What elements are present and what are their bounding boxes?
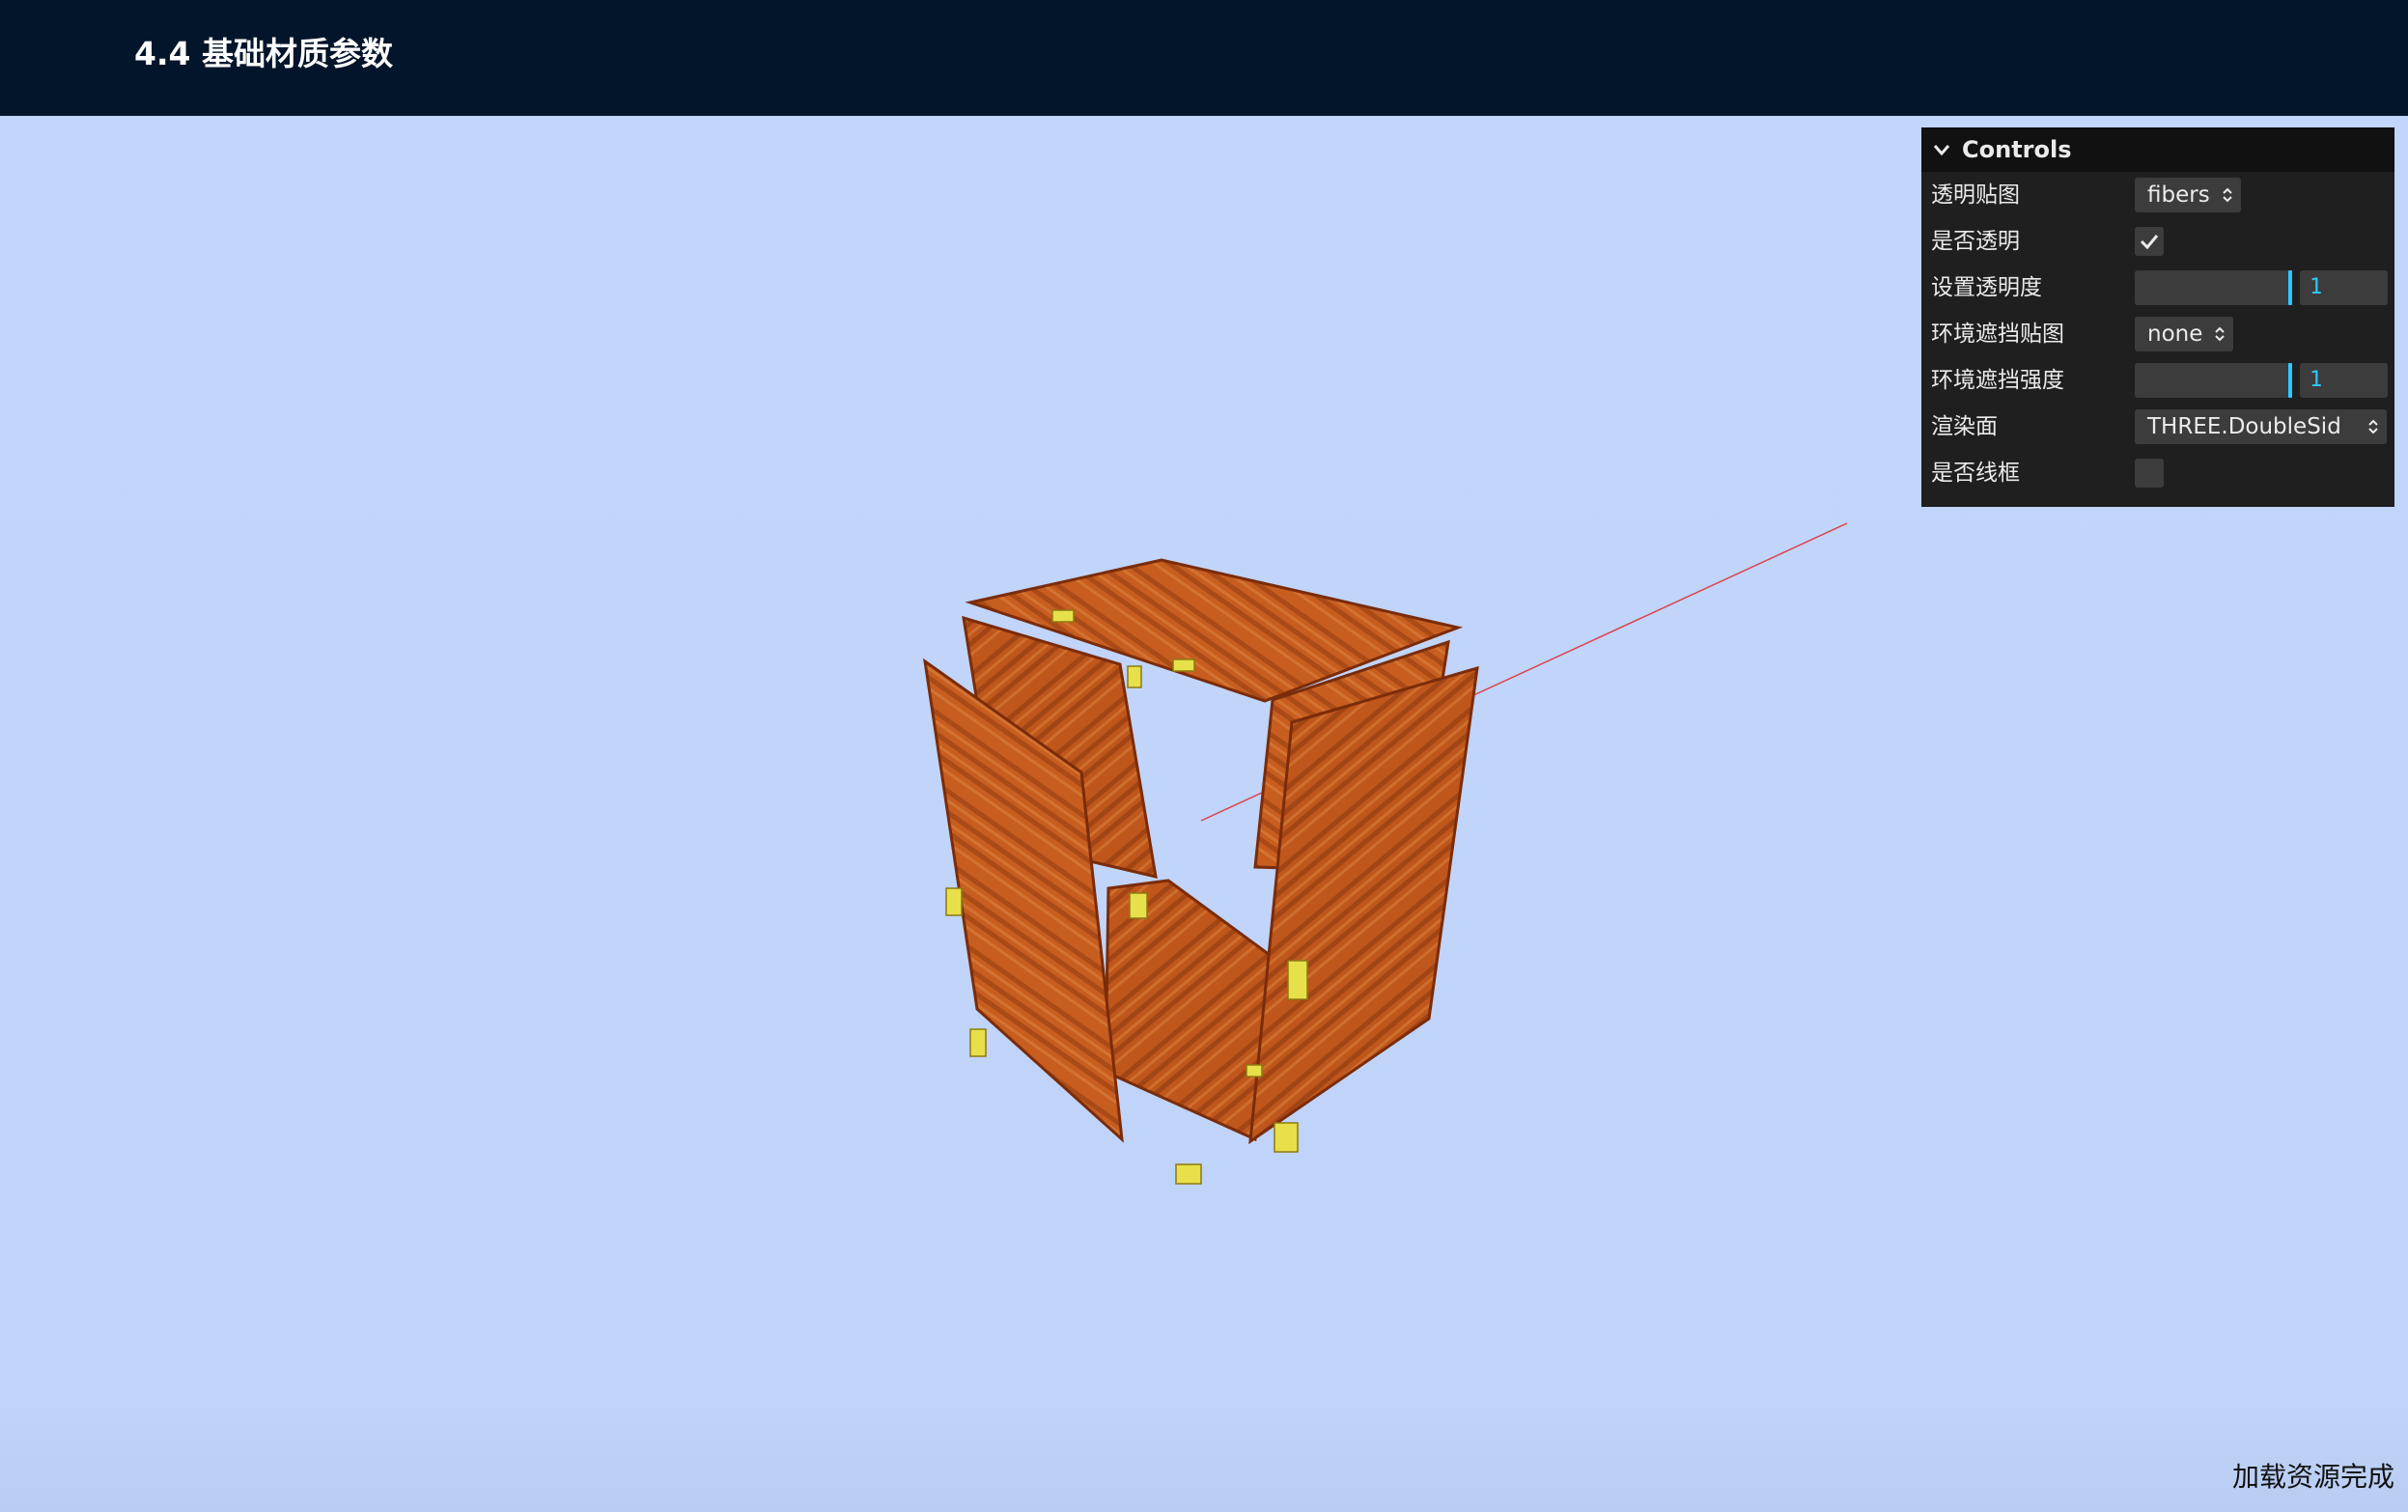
cube-model [922, 558, 1479, 1185]
select-arrows-icon [2215, 326, 2226, 342]
controls-panel: Controls 透明贴图 fibers 是否透明 设置透明度 1 环境遮挡贴图… [1921, 127, 2394, 507]
control-label: 透明贴图 [1931, 182, 2020, 208]
select-arrows-icon [2222, 187, 2232, 203]
control-row-alpha-map: 透明贴图 fibers [1921, 172, 2394, 218]
hinge [945, 887, 963, 916]
control-label: 环境遮挡强度 [1931, 368, 2064, 393]
select-arrows-icon [2368, 419, 2378, 434]
ao-intensity-number-input[interactable]: 1 [2300, 363, 2388, 398]
slider-handle[interactable] [2288, 270, 2292, 305]
control-row-transparent: 是否透明 [1921, 218, 2394, 265]
control-row-opacity: 设置透明度 1 [1921, 265, 2394, 311]
checkmark-icon [2140, 235, 2159, 250]
hinge [1172, 658, 1195, 672]
control-row-ao-intensity: 环境遮挡强度 1 [1921, 357, 2394, 404]
control-label: 是否透明 [1931, 229, 2020, 254]
slider-handle[interactable] [2288, 363, 2292, 398]
select-value: THREE.DoubleSid [2147, 414, 2341, 439]
transparent-checkbox[interactable] [2135, 227, 2164, 256]
opacity-slider[interactable] [2135, 270, 2292, 305]
controls-panel-title: Controls [1962, 136, 2072, 163]
control-row-side: 渲染面 THREE.DoubleSid [1921, 404, 2394, 450]
opacity-number-input[interactable]: 1 [2300, 270, 2388, 305]
wireframe-checkbox[interactable] [2135, 459, 2164, 488]
controls-panel-header[interactable]: Controls [1921, 127, 2394, 172]
hinge [1129, 892, 1148, 919]
hinge [1175, 1163, 1202, 1185]
control-label: 设置透明度 [1931, 275, 2042, 300]
select-value: fibers [2147, 182, 2210, 208]
ao-map-select[interactable]: none [2135, 317, 2234, 351]
hinge [1287, 960, 1308, 1000]
control-label: 是否线框 [1931, 461, 2020, 486]
page-title: 4.4 基础材质参数 [134, 35, 393, 72]
control-row-ao-map: 环境遮挡贴图 none [1921, 311, 2394, 357]
hinge [1127, 665, 1142, 688]
chevron-down-icon [1933, 145, 1950, 156]
control-label: 渲染面 [1931, 414, 1998, 439]
page-header: 4.4 基础材质参数 [0, 0, 2408, 116]
select-value: none [2147, 322, 2203, 347]
control-label: 环境遮挡贴图 [1931, 322, 2064, 347]
hinge [969, 1028, 987, 1057]
hinge [1246, 1064, 1263, 1078]
control-row-wireframe: 是否线框 [1921, 450, 2394, 496]
render-side-select[interactable]: THREE.DoubleSid [2135, 409, 2387, 444]
hinge [1051, 609, 1075, 623]
alpha-map-select[interactable]: fibers [2135, 178, 2241, 212]
status-text: 加载资源完成 [2231, 1461, 2394, 1493]
hinge [1274, 1122, 1299, 1153]
ao-intensity-slider[interactable] [2135, 363, 2292, 398]
